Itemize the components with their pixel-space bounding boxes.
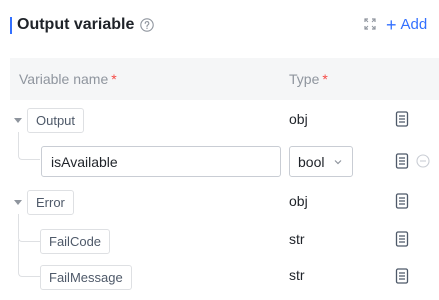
type-select-value: bool: [298, 153, 325, 170]
description-icon[interactable]: [395, 268, 409, 284]
type-select[interactable]: bool: [289, 146, 353, 177]
tree-connector: [18, 132, 40, 160]
column-header-type: Type *: [289, 71, 328, 87]
description-icon[interactable]: [395, 153, 409, 169]
table-header: Variable name * Type *: [10, 58, 439, 100]
description-icon[interactable]: [395, 231, 409, 247]
collapse-caret-icon[interactable]: [14, 200, 22, 205]
section-title: Output variable: [17, 16, 135, 33]
chevron-down-icon: [334, 160, 342, 165]
variable-type: obj: [289, 193, 308, 209]
plus-icon: +: [386, 15, 397, 35]
help-icon[interactable]: [140, 18, 154, 32]
collapse-caret-icon[interactable]: [14, 118, 22, 123]
tree-connector: [18, 240, 40, 277]
column-header-name: Variable name *: [19, 71, 117, 87]
variable-type: obj: [289, 111, 308, 127]
remove-circle-icon[interactable]: [416, 154, 430, 168]
description-icon[interactable]: [395, 111, 409, 127]
add-button[interactable]: + Add: [386, 15, 427, 35]
variable-name-chip[interactable]: FailCode: [40, 229, 111, 254]
description-icon[interactable]: [395, 193, 409, 209]
add-button-label: Add: [400, 16, 428, 33]
tree-connector: [18, 214, 40, 242]
section-header: Output variable + Add: [0, 0, 439, 50]
variable-type: str: [289, 267, 305, 283]
variable-name-chip[interactable]: FailMessage: [40, 265, 132, 290]
variable-name-chip[interactable]: Output: [27, 108, 85, 133]
variable-type: str: [289, 231, 305, 247]
required-mark: *: [322, 71, 328, 87]
required-mark: *: [111, 71, 117, 87]
title-accent-bar: [10, 17, 12, 34]
variable-name-chip[interactable]: Error: [27, 190, 74, 215]
expand-icon[interactable]: [364, 18, 376, 30]
variable-name-input[interactable]: [41, 146, 281, 177]
